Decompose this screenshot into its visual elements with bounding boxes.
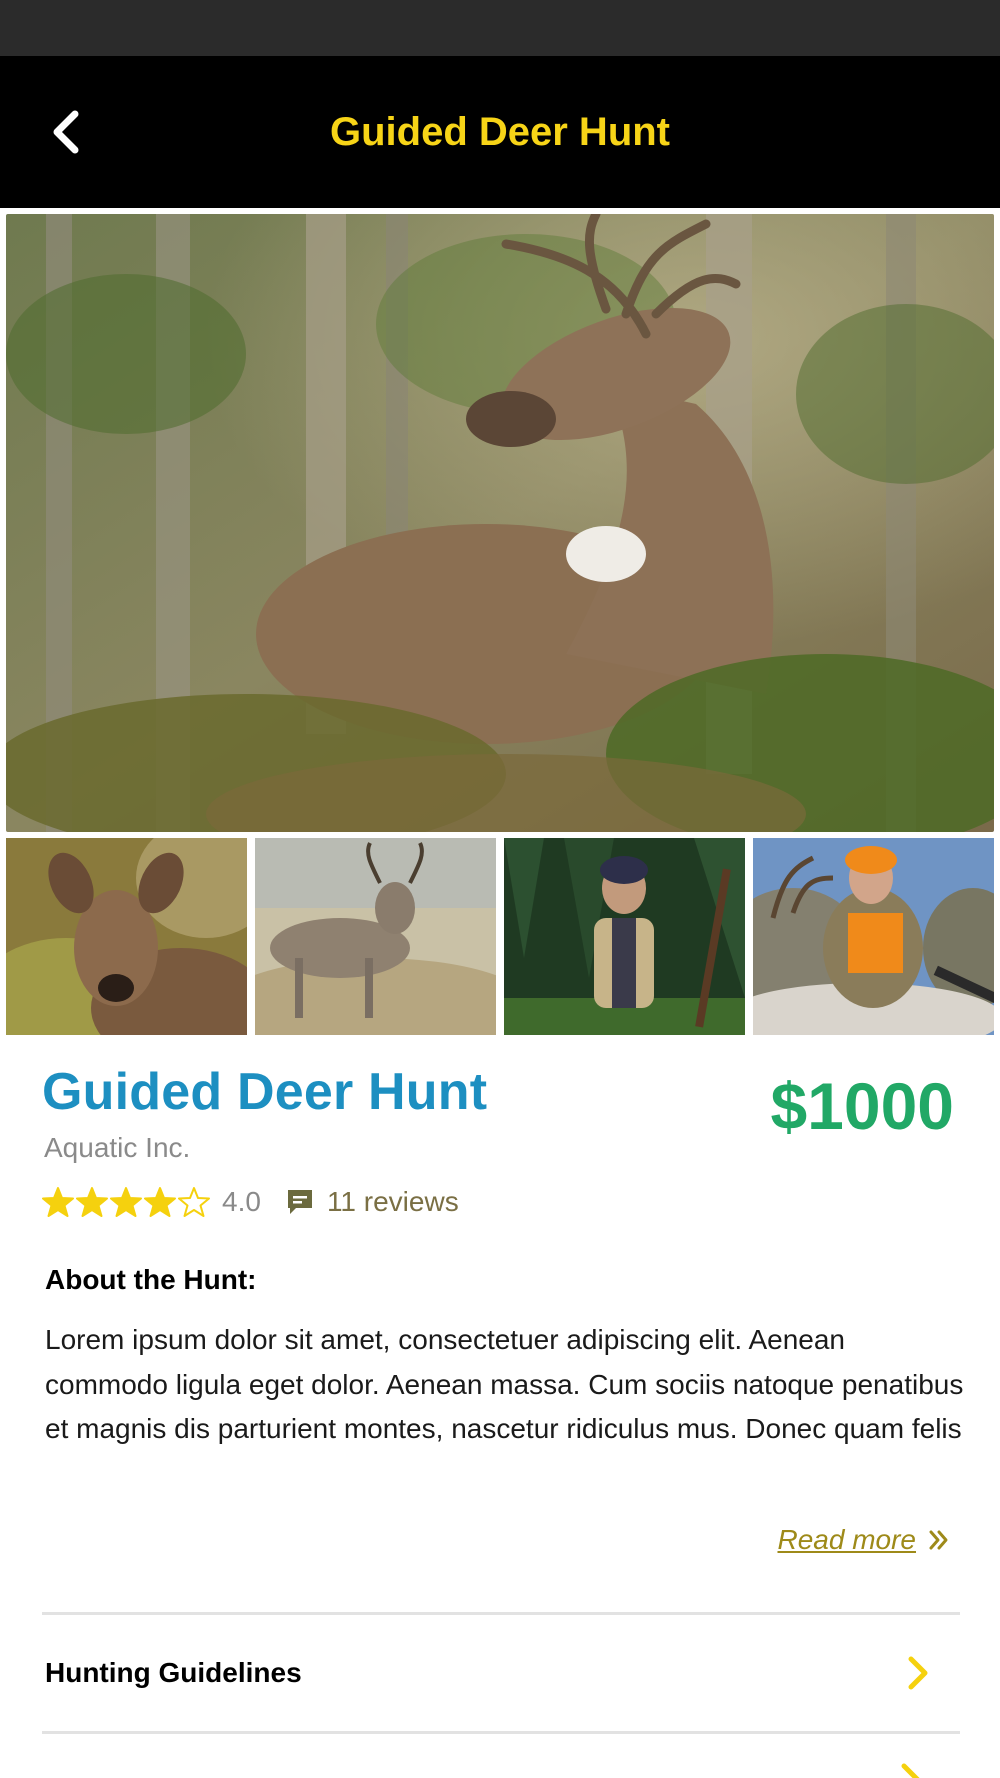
hunting-guidelines-row[interactable]: Hunting Guidelines xyxy=(42,1615,960,1730)
thumbnail-2[interactable] xyxy=(255,838,496,1035)
star-empty-icon xyxy=(178,1187,210,1217)
status-bar xyxy=(0,0,1000,56)
thumbnail-1[interactable] xyxy=(6,838,247,1035)
star-filled-icon xyxy=(42,1187,74,1217)
star-filled-icon xyxy=(144,1187,176,1217)
about-body: Lorem ipsum dolor sit amet, consectetuer… xyxy=(45,1324,964,1444)
rating-row: 4.0 11 reviews xyxy=(42,1181,459,1223)
listing-title: Guided Deer Hunt xyxy=(42,1063,488,1121)
star-filled-icon xyxy=(76,1187,108,1217)
rating-value: 4.0 xyxy=(222,1186,261,1217)
company-name: Aquatic Inc. xyxy=(44,1132,191,1163)
reviews-link[interactable]: 11 reviews xyxy=(285,1186,459,1218)
hunting-guidelines-label: Hunting Guidelines xyxy=(45,1656,302,1688)
thumbnail-strip xyxy=(6,838,994,1035)
reviews-count: 11 reviews xyxy=(326,1186,459,1217)
star-rating xyxy=(42,1186,210,1218)
thumbnail-3[interactable] xyxy=(504,838,745,1035)
next-row-chevron-icon xyxy=(898,1762,924,1778)
about-heading: About the Hunt: xyxy=(45,1264,257,1295)
comment-icon xyxy=(287,1190,312,1214)
read-more-label: Read more xyxy=(777,1524,916,1555)
hunter-with-trophy-buck-photo xyxy=(753,838,994,1035)
double-chevron-right-icon xyxy=(929,1530,948,1550)
hunter-with-rifle-photo xyxy=(504,838,745,1035)
chevron-right-icon xyxy=(908,1656,928,1689)
hero-image[interactable] xyxy=(6,214,994,832)
thumbnail-4[interactable] xyxy=(753,838,994,1035)
divider xyxy=(42,1731,960,1734)
doe-deer-photo xyxy=(6,838,247,1035)
buck-in-field-photo xyxy=(255,838,496,1035)
star-filled-icon xyxy=(110,1187,142,1217)
listing-price: $1000 xyxy=(770,1069,954,1143)
nav-title: Guided Deer Hunt xyxy=(329,110,671,154)
buck-deer-photo xyxy=(6,214,994,832)
read-more-link[interactable]: Read more xyxy=(777,1524,950,1556)
nav-bar: Guided Deer Hunt xyxy=(0,56,1000,208)
